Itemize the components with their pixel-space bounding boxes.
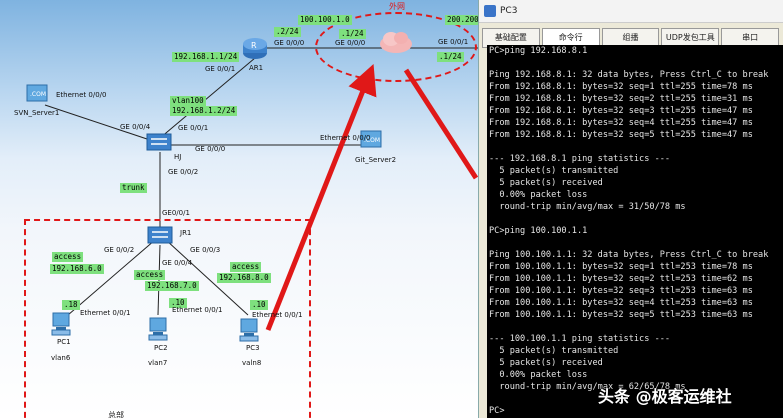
server-icon-svn[interactable]: .COM [26,84,48,104]
cloud-label: 外网 [389,2,405,11]
svg-text:R: R [251,41,257,50]
port-svn-eth: Ethernet 0/0/0 [56,91,107,99]
console-line: --- 100.100.1.1 ping statistics --- [489,334,671,344]
console-output[interactable]: PC>ping 192.168.8.1 Ping 192.168.8.1: 32 … [487,45,783,418]
console-line: 0.00% packet loss [489,370,588,380]
console-line: 5 packet(s) transmitted [489,166,619,176]
vlan-label-pc1: vlan6 [51,354,71,362]
host-label-pc3: .10 [250,300,268,310]
ip-label-hj: 192.168.1.2/24 [170,106,238,116]
device-name-jr1: JR1 [180,229,192,237]
device-name-git: Git_Server2 [355,156,397,164]
console-line: PC>ping 192.168.8.1 [489,46,588,56]
console-line: 0.00% packet loss [489,190,588,200]
port-jr1-ge001: GE0/0/1 [162,209,190,217]
device-name-hj: HJ [174,153,182,161]
pc3-window[interactable]: PC3 基础配置 命令行 组播 UDP发包工具 串口 PC>ping 192.1… [478,0,783,418]
console-line: From 100.100.1.1: bytes=32 seq=1 ttl=253… [489,262,753,272]
console-line: From 192.168.8.1: bytes=32 seq=2 ttl=255… [489,94,753,104]
ip-label-ar1-left: 192.168.1.1/24 [172,52,240,62]
pc-window-icon [484,5,496,17]
subnet-label-8: 192.168.8.0 [217,273,271,283]
cloud-icon[interactable] [378,30,414,54]
console-line: Ping 100.100.1.1: 32 data bytes, Press C… [489,250,769,260]
port-hj-ge004: GE 0/0/4 [120,123,151,131]
console-line: --- 192.168.8.1 ping statistics --- [489,154,671,164]
port-git-eth: Ethernet 0/0/0 [320,134,371,142]
window-titlebar[interactable]: PC3 [479,0,783,23]
ip-label-cloud-right: .1/24 [437,52,464,62]
svg-text:.COM: .COM [30,91,46,98]
pc-icon-pc1[interactable] [50,312,72,336]
device-name-ar1: AR1 [249,64,264,72]
port-cloud-ge000: GE 0/0/0 [335,39,366,47]
console-line: From 192.168.8.1: bytes=32 seq=3 ttl=255… [489,106,753,116]
port-hj-ge001: GE 0/0/1 [178,124,209,132]
port-jr1-ge004: GE 0/0/4 [162,259,193,267]
watermark: 头条 @极客运维社 [598,387,732,406]
subnet-label-7: 192.168.7.0 [145,281,199,291]
console-line: From 192.168.8.1: bytes=32 seq=4 ttl=255… [489,118,753,128]
access-label-3: access [230,262,262,272]
port-ar1-ge000: GE 0/0/0 [274,39,305,47]
console-line: Ping 192.168.8.1: 32 data bytes, Press C… [489,70,769,80]
port-cloud-ge001: GE 0/0/1 [438,38,469,46]
device-name-pc3: PC3 [246,344,260,352]
port-pc1-eth: Ethernet 0/0/1 [80,309,131,317]
switch-icon-jr1[interactable] [147,223,173,245]
console-line: round-trip min/avg/max = 31/50/78 ms [489,202,686,212]
device-name-pc1: PC1 [57,338,71,346]
access-label-2: access [134,270,166,280]
trunk-label: trunk [120,183,147,193]
console-line: 5 packet(s) received [489,178,603,188]
console-line: 5 packet(s) received [489,358,603,368]
console-line: From 100.100.1.1: bytes=32 seq=2 ttl=253… [489,274,753,284]
ip-label-ar1-up: .2/24 [274,27,301,37]
console-line: From 192.168.8.1: bytes=32 seq=1 ttl=255… [489,82,753,92]
port-pc2-eth: Ethernet 0/0/1 [172,306,223,314]
vlan-label-pc2: vlan7 [148,359,168,367]
annotation-arrow-right [403,68,478,180]
ip-label-200-200: 200.200. [445,15,478,25]
port-hj-ge002: GE 0/0/2 [168,168,199,176]
device-name-pc2: PC2 [154,344,168,352]
hq-label: 总部 [108,411,124,418]
vlan-label-pc3: valn8 [242,359,262,367]
console-line: From 100.100.1.1: bytes=32 seq=3 ttl=253… [489,286,753,296]
host-label-pc1: .18 [62,300,80,310]
ip-label-100-100-1-0: 100.100.1.0 [298,15,352,25]
device-name-svn: SVN_Server1 [14,109,60,117]
console-line: 5 packet(s) transmitted [489,346,619,356]
topology-canvas[interactable]: 外网 100.100.1.0 200.200. .2/24 .1/24 .1/2… [0,0,478,418]
console-line: From 100.100.1.1: bytes=32 seq=5 ttl=253… [489,310,753,320]
ip-label-cloud-left: .1/24 [339,29,366,39]
port-hj-ge000: GE 0/0/0 [195,145,226,153]
port-jr1-ge002: GE 0/0/2 [104,246,135,254]
pc-icon-pc2[interactable] [147,317,169,341]
window-title: PC3 [500,6,518,16]
console-line: PC>ping 100.100.1.1 [489,226,588,236]
router-icon[interactable]: R [242,36,268,60]
port-jr1-ge003: GE 0/0/3 [190,246,221,254]
pc-icon-pc3[interactable] [238,318,260,342]
access-label-1: access [52,252,84,262]
subnet-label-6: 192.168.6.0 [50,264,104,274]
console-line: From 100.100.1.1: bytes=32 seq=4 ttl=253… [489,298,753,308]
switch-icon-hj[interactable] [146,130,172,152]
port-ar1-ge001: GE 0/0/1 [205,65,236,73]
console-line: From 192.168.8.1: bytes=32 seq=5 ttl=255… [489,130,753,140]
vlan100-label: vlan100 [170,96,206,106]
